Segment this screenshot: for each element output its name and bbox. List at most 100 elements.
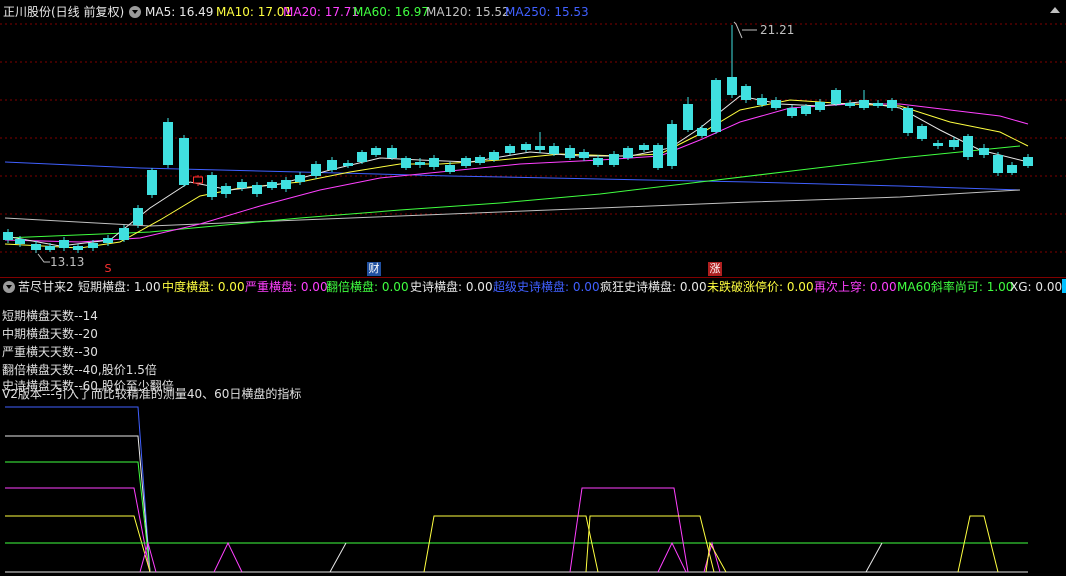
- candle-body: [903, 108, 913, 133]
- candle-body: [357, 152, 367, 162]
- indicator-line: [585, 515, 715, 573]
- candle-body: [565, 148, 575, 158]
- indicator-line: [5, 435, 151, 573]
- candle-body: [933, 143, 943, 146]
- candle: [535, 132, 545, 153]
- marker-s[interactable]: S: [101, 262, 115, 276]
- candle-body: [237, 182, 247, 188]
- candle: [59, 237, 69, 251]
- high-price-label: 21.21: [760, 23, 794, 37]
- candle-body: [147, 170, 157, 195]
- indicator-line: [5, 406, 151, 573]
- indicator-line: [423, 515, 599, 573]
- candle: [667, 120, 677, 169]
- candle: [401, 156, 411, 170]
- indicator-notes: 短期横盘天数--14 中期横盘天数--20 严重横天天数--30 翻倍横盘天数-…: [2, 307, 301, 403]
- candle-body: [3, 232, 13, 240]
- candle: [429, 155, 439, 170]
- price-chart[interactable]: 21.21 13.13: [0, 0, 1066, 278]
- candle-body: [917, 126, 927, 139]
- candle: [267, 180, 277, 190]
- candle: [979, 144, 989, 158]
- indicator-line: [213, 541, 243, 573]
- candle-body: [88, 243, 98, 248]
- candle: [903, 106, 913, 136]
- chevron-down-icon[interactable]: [3, 281, 15, 293]
- candle-body: [639, 145, 649, 150]
- candle-body: [193, 176, 203, 184]
- candle-body: [787, 108, 797, 116]
- scroll-indicator[interactable]: [1062, 279, 1066, 293]
- candle-body: [505, 146, 515, 153]
- candle-body: [949, 140, 959, 147]
- candle: [3, 229, 13, 243]
- candle: [653, 143, 663, 170]
- candle-body: [45, 246, 55, 250]
- candle-body: [163, 122, 173, 165]
- candle-body: [415, 162, 425, 165]
- candle-body: [887, 100, 897, 108]
- candle-body: [549, 146, 559, 154]
- candle-body: [653, 145, 663, 168]
- candle-body: [801, 106, 811, 114]
- ind-double: 翻倍横盘: 0.00: [326, 280, 409, 294]
- candle: [221, 183, 231, 198]
- candle: [475, 155, 485, 165]
- candle: [845, 100, 855, 108]
- marker-limit-up[interactable]: 涨: [708, 262, 722, 276]
- candle-body: [1023, 157, 1033, 166]
- candle-body: [535, 146, 545, 150]
- candle-body: [133, 208, 143, 225]
- candle: [917, 124, 927, 141]
- ma-line: [4, 189, 1021, 227]
- candle: [579, 149, 589, 161]
- candle-body: [831, 90, 841, 104]
- candle-body: [295, 175, 305, 182]
- candle-body: [609, 154, 619, 165]
- ma-line: [4, 95, 1029, 247]
- ind-ma60-slope: MA60斜率尚可: 1.00: [897, 280, 1014, 294]
- candle-body: [623, 148, 633, 158]
- candle: [933, 140, 943, 149]
- indicator-name[interactable]: 苦尽甘来2: [18, 278, 74, 296]
- candle-body: [311, 164, 321, 176]
- candle: [859, 90, 869, 110]
- candle: [683, 97, 693, 132]
- candle: [873, 100, 883, 108]
- candle: [1023, 154, 1033, 168]
- candle-body: [873, 103, 883, 106]
- candle: [697, 125, 707, 138]
- candle: [371, 146, 381, 157]
- candle: [357, 150, 367, 164]
- indicator-line: [5, 515, 151, 573]
- low-pointer: [37, 253, 50, 263]
- candle: [505, 144, 515, 155]
- candle-body: [771, 100, 781, 108]
- marker-finance[interactable]: 财: [367, 262, 381, 276]
- candle: [771, 97, 781, 110]
- candle-body: [461, 158, 471, 166]
- ind-short: 短期横盘: 1.00: [78, 280, 161, 294]
- indicator-chart[interactable]: [0, 406, 1066, 576]
- candle-body: [31, 244, 41, 250]
- candle: [252, 182, 262, 197]
- candle-body: [521, 144, 531, 150]
- candle: [1007, 162, 1017, 175]
- candle: [311, 161, 321, 179]
- candle: [787, 105, 797, 118]
- candle-body: [343, 163, 353, 166]
- candle: [461, 156, 471, 168]
- candle-body: [179, 138, 189, 185]
- candle-body: [445, 165, 455, 172]
- indicator-line: [329, 542, 347, 573]
- candle: [327, 157, 337, 172]
- candle: [639, 143, 649, 152]
- ind-xg: XG: 0.00: [1010, 280, 1063, 294]
- candle-body: [741, 86, 751, 100]
- candle-body: [579, 152, 589, 158]
- candle-body: [963, 136, 973, 157]
- candle: [119, 225, 129, 242]
- candle-body: [711, 80, 721, 132]
- candle-body: [103, 238, 113, 243]
- indicator-line: [5, 461, 151, 573]
